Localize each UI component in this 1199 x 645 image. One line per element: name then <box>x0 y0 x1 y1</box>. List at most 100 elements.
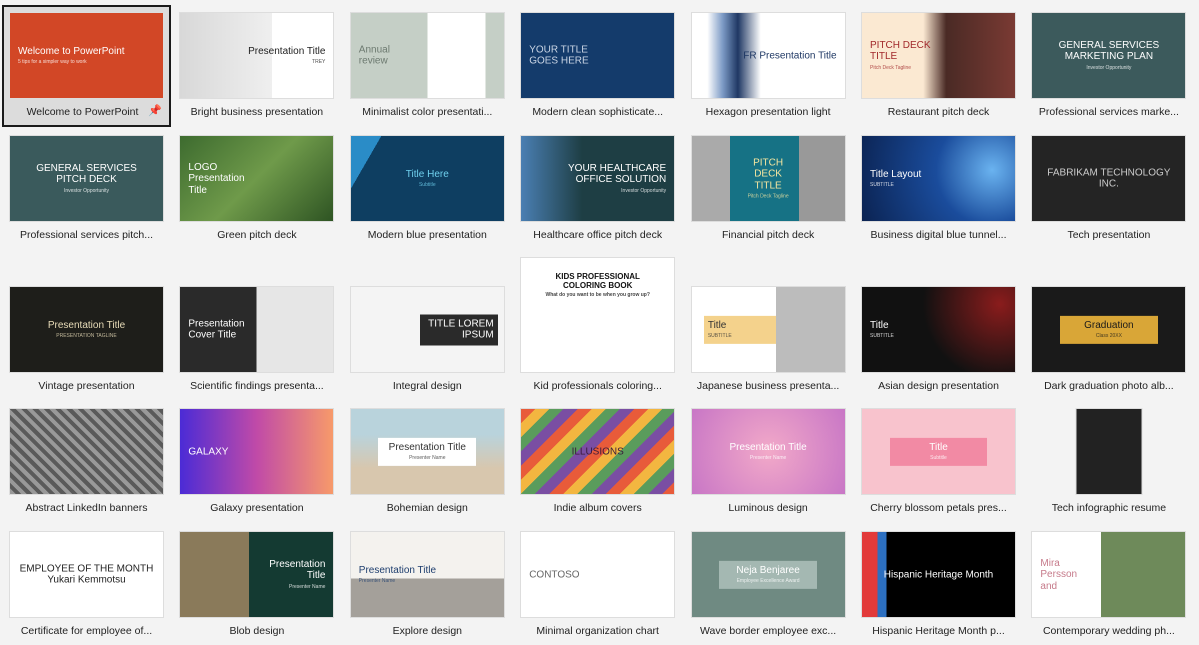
thumbnail-subtitle: Employee Excellence Award <box>736 577 800 584</box>
thumbnail-title: Mira Persson and <box>1040 557 1078 592</box>
template-tile[interactable]: LOGO Presentation Title Green pitch deck <box>173 129 340 249</box>
template-label: Tech infographic resume <box>1051 502 1167 514</box>
thumbnail-subtitle: SUBTITLE <box>870 181 894 188</box>
template-label: Business digital blue tunnel... <box>870 229 1007 241</box>
template-label: Welcome to PowerPoint <box>26 106 139 118</box>
thumbnail-title: Presentation Title Presenter Name <box>692 441 845 461</box>
template-tile[interactable]: GALAXY Galaxy presentation <box>173 402 340 522</box>
thumbnail-subtitle: What do you want to be when you grow up? <box>545 292 650 299</box>
template-thumbnail <box>1075 408 1143 495</box>
template-thumbnail: ILLUSIONS <box>520 408 676 495</box>
template-label: Tech presentation <box>1067 229 1151 241</box>
template-thumbnail: Neja Benjaree Employee Excellence Award <box>690 531 846 618</box>
template-tile[interactable]: KIDS PROFESSIONAL COLORING BOOK What do y… <box>514 257 681 400</box>
template-thumbnail: FR Presentation Title <box>690 12 846 99</box>
template-thumbnail: GENERAL SERVICES MARKETING PLAN Investor … <box>1031 12 1187 99</box>
thumbnail-title: Title SUBTITLE <box>862 319 1015 339</box>
template-tile[interactable]: Title Subtitle Cherry blossom petals pres.… <box>855 402 1022 522</box>
template-tile[interactable]: FABRIKAM TECHNOLOGY INC. Tech presentatio… <box>1025 129 1192 249</box>
template-label: Financial pitch deck <box>721 229 815 241</box>
template-tile[interactable]: Abstract LinkedIn banners <box>3 402 170 522</box>
template-thumbnail: GENERAL SERVICES PITCH DECK Investor Oppo… <box>9 135 164 222</box>
thumbnail-title: GENERAL SERVICES PITCH DECK Investor Oppo… <box>10 163 163 195</box>
template-tile[interactable]: Title SUBTITLE Japanese business presenta.… <box>685 280 852 400</box>
template-tile[interactable]: Presentation Title Presenter Name Bohemian… <box>344 402 511 522</box>
thumbnail-title: Presentation Cover Title <box>188 318 245 341</box>
template-label: Kid professionals coloring... <box>533 380 662 392</box>
template-thumbnail: Presentation Title TREY <box>179 12 335 99</box>
template-thumbnail: Hispanic Heritage Month <box>861 531 1016 618</box>
thumbnail-title: LOGO Presentation Title <box>188 161 245 196</box>
template-tile[interactable]: YOUR TITLE GOES HERE Modern clean sophist… <box>514 6 681 126</box>
template-label: Green pitch deck <box>217 229 297 241</box>
template-tile[interactable]: TITLE LOREM IPSUM Integral design <box>344 280 511 400</box>
template-tile[interactable]: YOUR HEALTHCARE OFFICE SOLUTION Investor … <box>514 129 681 249</box>
template-tile[interactable]: GENERAL SERVICES PITCH DECK Investor Oppo… <box>3 129 170 249</box>
template-tile[interactable]: GENERAL SERVICES MARKETING PLAN Investor … <box>1025 6 1192 126</box>
template-tile[interactable]: ILLUSIONS Indie album covers <box>514 402 681 522</box>
template-tile[interactable]: Presentation Title Presenter Name Luminous… <box>685 402 852 522</box>
template-tile[interactable]: EMPLOYEE OF THE MONTH Yukari Kemmotsu Cer… <box>3 525 170 645</box>
thumbnail-subtitle: TREY <box>312 58 326 65</box>
pin-icon[interactable]: 📌 <box>148 104 162 117</box>
template-tile[interactable]: Presentation Title Presenter Name Blob des… <box>173 525 340 645</box>
template-tile[interactable]: Presentation Title TREY Bright business pr… <box>173 6 340 126</box>
thumbnail-subtitle: Class 20XX <box>1095 332 1122 339</box>
template-tile[interactable]: CONTOSO Minimal organization chart <box>514 525 681 645</box>
thumbnail-subtitle: 5 tips for a simpler way to work <box>18 58 87 65</box>
template-label: Asian design presentation <box>878 380 999 392</box>
template-label: Professional services pitch... <box>19 229 154 241</box>
template-label: Minimal organization chart <box>536 625 659 637</box>
thumbnail-title: KIDS PROFESSIONAL COLORING BOOK What do y… <box>521 272 674 299</box>
thumbnail-title: Hispanic Heritage Month <box>883 568 994 580</box>
template-tile[interactable]: Welcome to PowerPoint 5 tips for a simple… <box>2 5 171 127</box>
template-tile[interactable]: Presentation Title Presenter Name Explore … <box>344 525 511 645</box>
template-thumbnail: CONTOSO <box>520 531 676 618</box>
template-thumbnail: YOUR TITLE GOES HERE <box>520 12 676 99</box>
thumbnail-title: CONTOSO <box>529 568 580 580</box>
template-label: Blob design <box>229 625 285 637</box>
template-tile[interactable]: Annual review Minimalist color presentati… <box>344 6 511 126</box>
template-thumbnail <box>9 408 164 495</box>
thumbnail-subtitle: Investor Opportunity <box>63 187 110 194</box>
template-thumbnail: Title Layout SUBTITLE <box>861 135 1016 222</box>
template-tile[interactable]: FR Presentation Title Hexagon presentatio… <box>685 6 852 126</box>
template-tile[interactable]: Graduation Class 20XX Dark graduation phot… <box>1025 280 1192 400</box>
thumbnail-title: EMPLOYEE OF THE MONTH Yukari Kemmotsu <box>19 563 154 586</box>
template-tile[interactable]: Title SUBTITLE Asian design presentation <box>855 280 1022 400</box>
template-tile[interactable]: Title Layout SUBTITLE Business digital blu… <box>855 129 1022 249</box>
thumbnail-subtitle: SUBTITLE <box>707 332 732 339</box>
thumbnail-title: Annual review <box>358 44 390 67</box>
thumbnail-subtitle: Pitch Deck Tagline <box>747 193 789 200</box>
template-tile[interactable]: PITCH DECK TITLE Pitch Deck Tagline Financ… <box>685 129 852 249</box>
template-tile[interactable]: Neja Benjaree Employee Excellence Award Wa… <box>685 525 852 645</box>
thumbnail-title: GALAXY <box>188 445 229 457</box>
template-thumbnail: Presentation Title Presenter Name <box>349 408 505 495</box>
thumbnail-subtitle: Presenter Name <box>409 454 446 461</box>
template-thumbnail: FABRIKAM TECHNOLOGY INC. <box>1031 135 1187 222</box>
template-thumbnail: Presentation Title Presenter Name <box>690 408 846 495</box>
template-label: Indie album covers <box>553 502 642 514</box>
template-label: Contemporary wedding ph... <box>1042 625 1175 637</box>
thumbnail-title: YOUR TITLE GOES HERE <box>529 44 589 67</box>
template-label: Vintage presentation <box>38 380 135 392</box>
thumbnail-title: Title SUBTITLE <box>703 315 776 344</box>
thumbnail-title: Welcome to PowerPoint 5 tips for a simple… <box>10 45 163 65</box>
template-thumbnail: Presentation Title PRESENTATION TAGLINE <box>9 286 164 373</box>
template-tile[interactable]: Hispanic Heritage Month Hispanic Heritage… <box>855 525 1022 645</box>
thumbnail-title: ILLUSIONS <box>571 445 624 457</box>
thumbnail-subtitle: Presenter Name <box>288 583 326 590</box>
template-tile[interactable]: Presentation Cover Title Scientific findi… <box>173 280 340 400</box>
thumbnail-subtitle: Investor Opportunity <box>1086 64 1132 71</box>
template-tile[interactable]: Mira Persson and Contemporary wedding ph.… <box>1025 525 1192 645</box>
template-label: Bright business presentation <box>190 106 324 118</box>
template-tile[interactable]: Presentation Title PRESENTATION TAGLINE Vi… <box>3 280 170 400</box>
thumbnail-subtitle: PRESENTATION TAGLINE <box>56 332 117 339</box>
template-label: Minimalist color presentati... <box>362 106 493 118</box>
template-tile[interactable]: Title Here Subtitle Modern blue presentati… <box>344 129 511 249</box>
template-tile[interactable]: Tech infographic resume <box>1025 402 1192 522</box>
template-thumbnail: PITCH DECK TITLE Pitch Deck Tagline <box>861 12 1016 99</box>
template-thumbnail: Welcome to PowerPoint 5 tips for a simple… <box>9 12 164 99</box>
template-thumbnail: GALAXY <box>179 408 335 495</box>
template-tile[interactable]: PITCH DECK TITLE Pitch Deck Tagline Restau… <box>855 6 1022 126</box>
